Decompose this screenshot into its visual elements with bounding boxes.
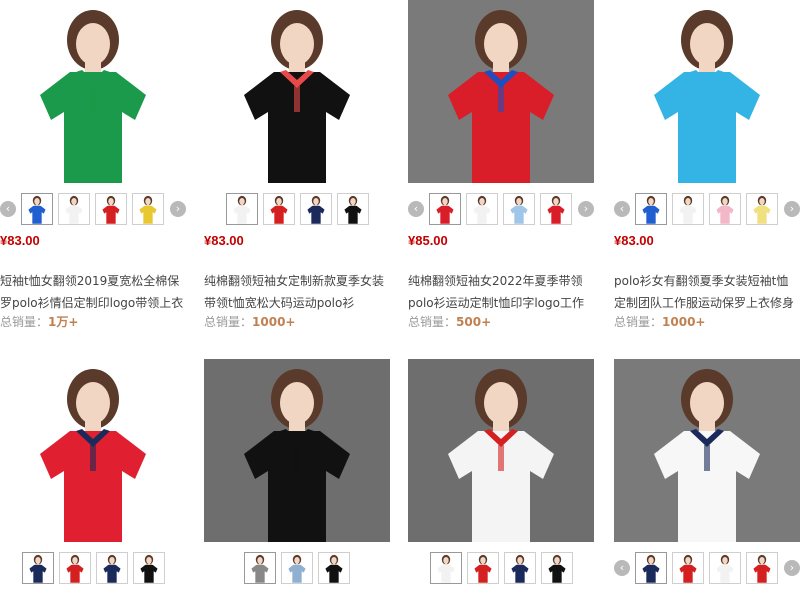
product-title-line: polo衫女有翻领夏季女装短袖t恤 [614,274,789,288]
color-swatch-thumbnail[interactable] [429,193,461,225]
product-photo[interactable] [0,0,186,183]
product-price: ¥83.00 [0,233,40,248]
color-swatch-thumbnail[interactable] [540,193,572,225]
color-swatch-thumbnail[interactable] [96,552,128,584]
sales-count: 总销量：1万+ [0,313,78,330]
chevron-right-icon[interactable]: › [170,201,186,217]
product-price: ¥83.00 [614,233,654,248]
color-swatch-thumbnail[interactable] [709,552,741,584]
color-swatch-thumbnail[interactable] [709,193,741,225]
product-title-line: 罗polo衫情侣定制印logo带领上衣 [0,296,184,310]
product-photo[interactable] [614,359,800,542]
chevron-left-icon[interactable]: ‹ [0,201,16,217]
sales-label: 总销量： [204,315,253,329]
color-swatch-thumbnail[interactable] [635,193,667,225]
product-photo[interactable] [408,0,594,183]
color-swatch-thumbnail[interactable] [58,193,90,225]
product-title-link[interactable]: 纯棉翻领短袖女定制新款夏季女装 带领t恤宽松大码运动polo衫 [204,270,390,314]
sales-value: 1000+ [252,315,296,329]
color-swatch-thumbnail[interactable] [244,552,276,584]
color-swatch-thumbnail[interactable] [318,552,350,584]
sales-value: 1000+ [662,315,706,329]
product-title-line: 纯棉翻领短袖女定制新款夏季女装 [204,274,385,288]
color-swatch-thumbnail[interactable] [466,193,498,225]
chevron-right-icon[interactable]: › [784,560,800,576]
color-thumbnail-strip: ‹ › [614,191,800,227]
product-title-line: 纯棉翻领短袖女2022年夏季带领 [408,274,583,288]
chevron-left-icon[interactable]: ‹ [614,560,630,576]
sales-label: 总销量： [614,315,663,329]
sales-count: 总销量：500+ [408,313,491,330]
color-swatch-thumbnail[interactable] [337,193,369,225]
chevron-right-icon[interactable]: › [784,201,800,217]
product-photo[interactable] [204,359,390,542]
color-swatch-thumbnail[interactable] [132,193,164,225]
color-swatch-thumbnail[interactable] [300,193,332,225]
product-photo[interactable] [614,0,800,183]
product-title-line: 带领t恤宽松大码运动polo衫 [204,296,355,310]
color-swatch-thumbnail[interactable] [95,193,127,225]
color-thumbnail-strip [408,550,594,586]
color-swatch-thumbnail[interactable] [635,552,667,584]
color-thumbnail-strip: ‹ › [614,550,800,586]
color-swatch-thumbnail[interactable] [541,552,573,584]
product-title-line: polo衫运动定制t恤印字logo工作 [408,296,584,310]
product-price: ¥83.00 [204,233,244,248]
product-title-line: 短袖t恤女翻领2019夏宽松全棉保 [0,274,180,288]
color-swatch-thumbnail[interactable] [503,193,535,225]
product-title-link[interactable]: polo衫女有翻领夏季女装短袖t恤 定制团队工作服运动保罗上衣修身 [614,270,800,314]
sales-count: 总销量：1000+ [614,313,705,330]
product-photo[interactable] [408,359,594,542]
product-title-line: 定制团队工作服运动保罗上衣修身 [614,296,795,310]
product-price: ¥85.00 [408,233,448,248]
color-thumbnail-strip [204,191,390,227]
color-swatch-thumbnail[interactable] [21,193,53,225]
color-swatch-thumbnail[interactable] [59,552,91,584]
sales-value: 500+ [456,315,492,329]
sales-count: 总销量：1000+ [204,313,295,330]
sales-value: 1万+ [48,315,79,329]
color-swatch-thumbnail[interactable] [504,552,536,584]
color-swatch-thumbnail[interactable] [746,552,778,584]
sales-label: 总销量： [408,315,457,329]
color-thumbnail-strip: ‹ › [408,191,594,227]
color-swatch-thumbnail[interactable] [133,552,165,584]
color-thumbnail-strip [204,550,390,586]
color-swatch-thumbnail[interactable] [672,193,704,225]
chevron-left-icon[interactable]: ‹ [614,201,630,217]
color-thumbnail-strip: ‹ › [0,191,186,227]
product-photo[interactable] [0,359,186,542]
color-swatch-thumbnail[interactable] [467,552,499,584]
product-title-link[interactable]: 纯棉翻领短袖女2022年夏季带领 polo衫运动定制t恤印字logo工作 [408,270,594,314]
color-swatch-thumbnail[interactable] [226,193,258,225]
color-swatch-thumbnail[interactable] [430,552,462,584]
color-swatch-thumbnail[interactable] [672,552,704,584]
sales-label: 总销量： [0,315,49,329]
product-title-link[interactable]: 短袖t恤女翻领2019夏宽松全棉保 罗polo衫情侣定制印logo带领上衣 [0,270,186,314]
color-swatch-thumbnail[interactable] [263,193,295,225]
color-swatch-thumbnail[interactable] [746,193,778,225]
color-swatch-thumbnail[interactable] [281,552,313,584]
color-thumbnail-strip [0,550,186,586]
product-photo[interactable] [204,0,390,183]
chevron-left-icon[interactable]: ‹ [408,201,424,217]
chevron-right-icon[interactable]: › [578,201,594,217]
color-swatch-thumbnail[interactable] [22,552,54,584]
